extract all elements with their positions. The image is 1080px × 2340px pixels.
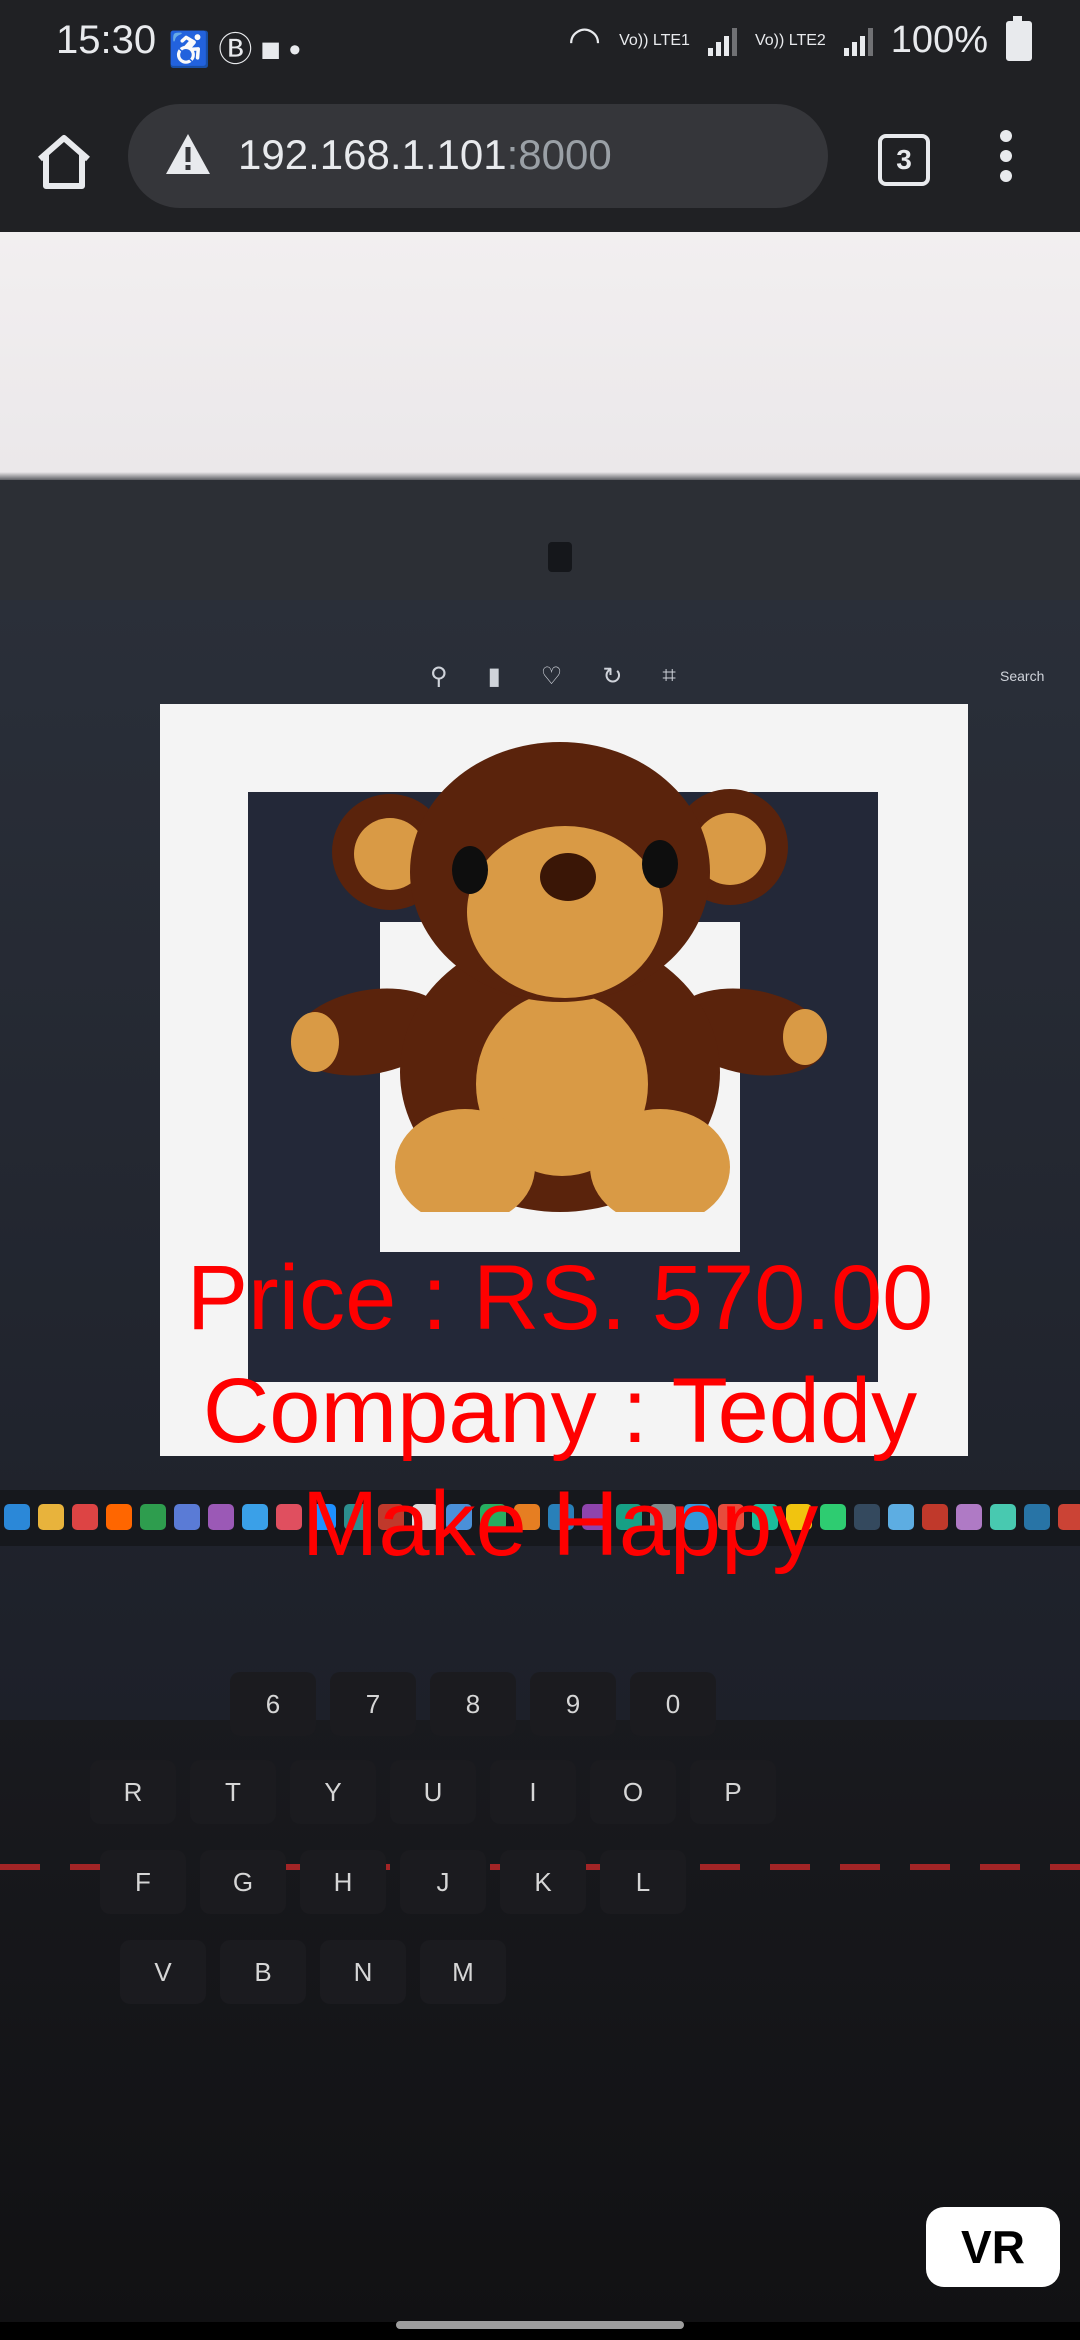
screen-search-label: Search <box>1000 668 1045 684</box>
status-bar: 15:30 ♿Ⓑ■• ◠ Vo)) LTE1 Vo)) LTE2 100% <box>0 0 1080 92</box>
laptop-keyboard: 67890 RTYUIOP FGHJKL VBNM <box>0 1672 1080 2322</box>
webcam <box>548 542 572 572</box>
tab-switcher-button[interactable]: 3 <box>878 134 930 186</box>
signal-1-icon <box>707 26 737 56</box>
battery-percent: 100% <box>890 19 988 61</box>
ar-product-info: Price : RS. 570.00 Company : Teddy Make … <box>60 1242 1060 1581</box>
teddy-bear-model <box>291 742 828 1212</box>
accessibility-icon: ♿ <box>168 31 219 69</box>
network-1: Vo)) LTE1 <box>619 31 690 49</box>
wifi-icon: ◠ <box>567 20 602 62</box>
status-right: ◠ Vo)) LTE1 Vo)) LTE2 100% <box>567 15 1032 63</box>
photo-viewer-toolbar: ⚲ ▮ ♡ ↻ ⌗ <box>430 662 676 691</box>
company-text-line1: Company : Teddy <box>202 1360 918 1462</box>
delete-icon: ▮ <box>487 663 501 690</box>
url-text[interactable]: 192.168.1.101:8000 <box>238 131 612 179</box>
heart-icon: ♡ <box>540 663 563 690</box>
crop-icon: ⌗ <box>662 662 676 689</box>
price-text: Price : RS. 570.00 <box>186 1247 934 1349</box>
gesture-handle[interactable] <box>396 2321 684 2329</box>
address-bar[interactable]: 192.168.1.101:8000 <box>128 104 828 208</box>
laptop-bezel <box>0 480 1080 600</box>
warning-triangle-icon[interactable] <box>164 132 212 176</box>
zoom-icon: ⚲ <box>430 663 448 690</box>
browser-toolbar: 192.168.1.101:8000 3 <box>0 92 1080 232</box>
url-port: :8000 <box>506 131 612 178</box>
rotate-icon: ↻ <box>602 663 623 690</box>
vr-button[interactable]: VR <box>926 2207 1060 2287</box>
video-call-icon: ■ <box>260 31 289 69</box>
signal-2-icon <box>843 26 873 56</box>
status-time: 15:30 <box>56 18 157 62</box>
notification-icons: ♿Ⓑ■• <box>168 22 309 71</box>
more-menu-icon[interactable] <box>994 130 1018 190</box>
home-icon[interactable] <box>28 126 100 198</box>
dot-icon: • <box>288 31 309 69</box>
battery-icon <box>1006 15 1032 61</box>
ar-camera-view[interactable]: ⚲ ▮ ♡ ↻ ⌗ Search 67890 RTYUIOP FGHJKL VB… <box>0 232 1080 2322</box>
company-text-line2: Make Happy <box>301 1473 819 1575</box>
network-2: Vo)) LTE2 <box>754 31 826 49</box>
url-host: 192.168.1.101 <box>238 131 507 178</box>
b-app-icon: Ⓑ <box>218 31 261 69</box>
